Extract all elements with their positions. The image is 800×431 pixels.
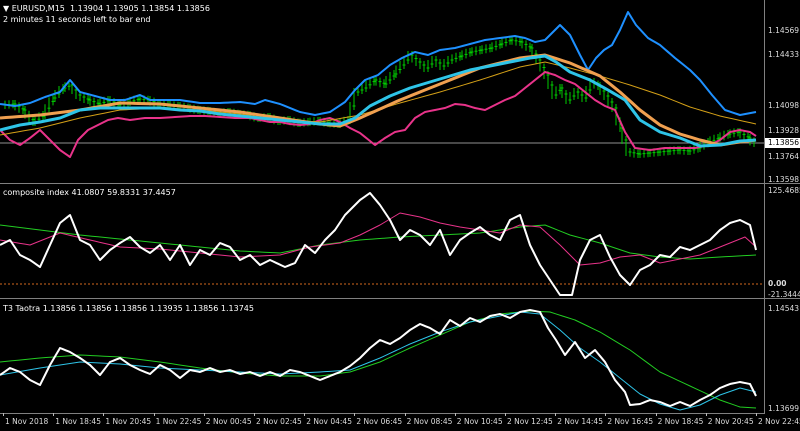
time-tick xyxy=(53,413,55,416)
lower-band-line xyxy=(0,71,757,158)
t3-pane[interactable]: T3 Taotra 1.13856 1.13856 1.13856 1.1393… xyxy=(0,300,764,413)
current-price-marker: 1.13856 xyxy=(765,138,800,148)
t3-price-line xyxy=(0,309,757,407)
t3-title: T3 Taotra 1.13856 1.13856 1.13856 1.1393… xyxy=(3,304,254,313)
time-label: 2 Nov 06:45 xyxy=(356,417,403,426)
time-label: 1 Nov 2018 xyxy=(5,417,49,426)
time-tick xyxy=(454,413,456,416)
composite-index-chart xyxy=(0,192,764,296)
time-label: 2 Nov 20:45 xyxy=(707,417,754,426)
chart-title: ▼ EURUSD,M15 1.13904 1.13905 1.13854 1.1… xyxy=(3,4,210,13)
composite-slow-line xyxy=(0,224,757,260)
time-tick xyxy=(605,413,607,416)
time-tick xyxy=(354,413,356,416)
time-tick xyxy=(3,413,4,416)
time-tick xyxy=(756,413,757,416)
composite-axis-label: -21.3444 xyxy=(768,290,800,299)
long-ma-line xyxy=(0,61,757,136)
time-label: 2 Nov 12:45 xyxy=(507,417,553,426)
time-tick xyxy=(304,413,306,416)
time-label: 1 Nov 20:45 xyxy=(105,417,152,426)
time-tick xyxy=(254,413,255,416)
time-tick xyxy=(505,413,506,416)
composite-axis-label: 125.4685 xyxy=(768,186,800,195)
price-label: 1.13928 xyxy=(768,126,800,135)
time-tick xyxy=(655,413,657,416)
time-label: 2 Nov 22:45 xyxy=(758,417,800,426)
composite-index-line xyxy=(0,192,757,296)
time-label: 1 Nov 18:45 xyxy=(55,417,101,426)
main-chart-pane[interactable]: ▼ EURUSD,M15 1.13904 1.13905 1.13854 1.1… xyxy=(0,0,764,182)
price-label: 1.13764 xyxy=(768,152,800,161)
pane-separator[interactable] xyxy=(0,183,800,184)
time-label: 2 Nov 18:45 xyxy=(657,417,704,426)
t3-axis-label: 1.13699 xyxy=(768,404,800,413)
time-label: 2 Nov 16:45 xyxy=(607,417,654,426)
t3-slow-line xyxy=(0,310,757,409)
price-label: 1.13598 xyxy=(768,175,800,184)
time-label: 2 Nov 04:45 xyxy=(306,417,352,426)
time-tick xyxy=(705,413,707,416)
price-label: 1.14098 xyxy=(768,101,800,110)
time-tick xyxy=(404,413,406,416)
price-chart xyxy=(0,11,764,158)
price-label: 1.14569 xyxy=(768,26,800,35)
price-label: 1.14433 xyxy=(768,50,800,59)
price-axis-border xyxy=(764,0,765,413)
time-axis-border xyxy=(0,413,765,414)
time-label: 2 Nov 10:45 xyxy=(456,417,503,426)
time-label: 2 Nov 14:45 xyxy=(557,417,603,426)
time-tick xyxy=(103,413,105,416)
time-tick xyxy=(203,413,205,416)
bar-timer-text: 2 minutes 11 seconds left to bar end xyxy=(3,15,151,24)
time-label: 2 Nov 08:45 xyxy=(406,417,453,426)
upper-band-line xyxy=(0,11,757,116)
time-label: 2 Nov 00:45 xyxy=(205,417,252,426)
t3-chart xyxy=(0,309,757,411)
pane-separator[interactable] xyxy=(0,298,800,299)
time-label: 2 Nov 02:45 xyxy=(256,417,302,426)
time-label: 1 Nov 22:45 xyxy=(155,417,202,426)
composite-index-title: composite index 41.0807 59.8331 37.4457 xyxy=(3,188,176,197)
composite-index-pane[interactable]: composite index 41.0807 59.8331 37.4457 xyxy=(0,185,764,297)
time-tick xyxy=(555,413,557,416)
time-tick xyxy=(153,413,155,416)
composite-axis-label: 0.00 xyxy=(768,279,787,288)
t3-axis-label: 1.14543 xyxy=(768,304,800,313)
